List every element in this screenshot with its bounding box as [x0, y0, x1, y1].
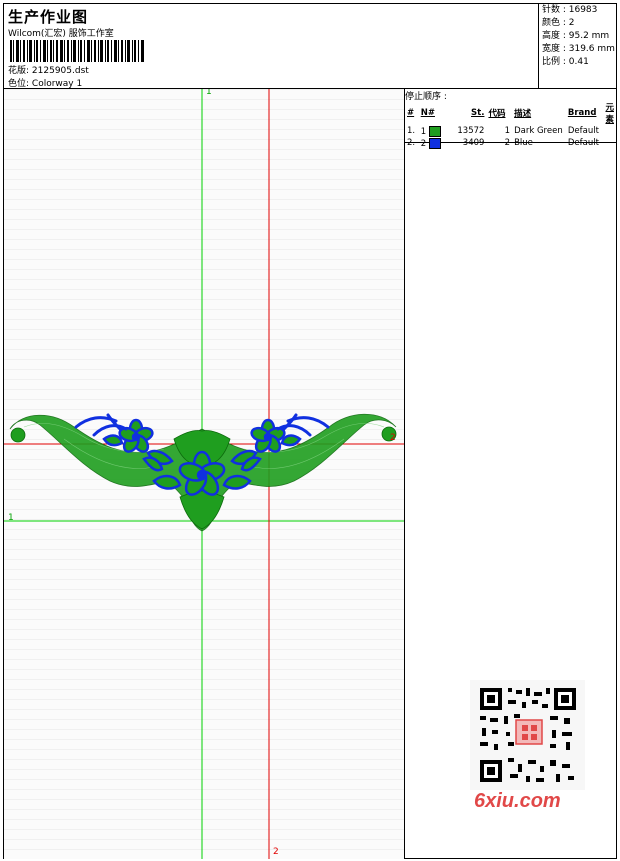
col-header-index: #: [407, 108, 415, 118]
row-code: 1: [504, 126, 511, 136]
green-axis-left-label: 1: [8, 513, 14, 523]
row-index: 2.: [407, 138, 416, 148]
company-name: Wilcom(汇宏) 服饰工作室: [8, 29, 114, 39]
color-count: 颜色 : 2: [542, 18, 575, 28]
colorway-label: 色位:: [8, 79, 30, 89]
stats-box: 针数 : 16983 颜色 : 2 高度 : 95.2 mm 宽度 : 319.…: [538, 4, 617, 88]
stop-sequence-panel: 停止顺序 : # N# St. 代码 描述 Brand 元素 1. 1 1357…: [405, 89, 616, 149]
qr-code-icon: [470, 680, 585, 790]
row-desc: Dark Green: [514, 126, 563, 136]
row-brand: Default: [567, 138, 599, 148]
col-header-n: N#: [420, 108, 435, 118]
red-axis-bottom-label: 2: [273, 847, 279, 857]
col-header-stitches: St.: [471, 108, 485, 118]
row-brand: Default: [567, 126, 599, 136]
stitch-count: 针数 : 16983: [542, 5, 598, 15]
page-title: 生产作业图: [8, 8, 89, 26]
design-label: 花版:: [8, 66, 30, 76]
design-file: 2125905.dst: [31, 66, 89, 76]
design-height: 高度 : 95.2 mm: [542, 31, 610, 41]
design-canvas: 1 1 2 2: [4, 89, 405, 859]
color-swatch-green: [428, 125, 441, 137]
colorway-line: 色位: Colorway 1: [8, 76, 82, 89]
red-axis-right-label: 2: [390, 433, 396, 443]
table-row: 2. 2 3409 2 Blue Default: [405, 137, 616, 149]
color-swatch-blue: [428, 137, 441, 149]
color-table: # N# St. 代码 描述 Brand 元素 1. 1 13572 1 Dar…: [405, 101, 616, 149]
col-header-brand: Brand: [567, 108, 597, 118]
row-n: 1: [420, 126, 427, 137]
row-index: 1.: [407, 126, 416, 136]
col-header-element: 元素: [605, 103, 614, 125]
colorway-value: Colorway 1: [31, 79, 83, 89]
row-n: 2: [420, 138, 427, 149]
col-header-code: 代码: [488, 109, 506, 119]
design-scale: 比例 : 0.41: [542, 57, 589, 67]
row-desc: Blue: [514, 138, 533, 148]
row-stitches: 13572: [457, 126, 485, 136]
header: 生产作业图 Wilcom(汇宏) 服饰工作室 花版: 2125905.dst 色…: [4, 4, 616, 89]
watermark: 6xiu.com: [474, 790, 561, 812]
barcode: [10, 40, 144, 62]
row-code: 2: [504, 138, 511, 148]
table-row: 1. 1 13572 1 Dark Green Default: [405, 125, 616, 137]
green-axis-top-label: 1: [206, 89, 212, 97]
design-width: 宽度 : 319.6 mm: [542, 44, 615, 54]
col-header-desc: 描述: [514, 109, 532, 119]
embroidery-preview: [4, 89, 404, 859]
row-stitches: 3409: [462, 138, 485, 148]
design-line: 花版: 2125905.dst: [8, 63, 89, 76]
